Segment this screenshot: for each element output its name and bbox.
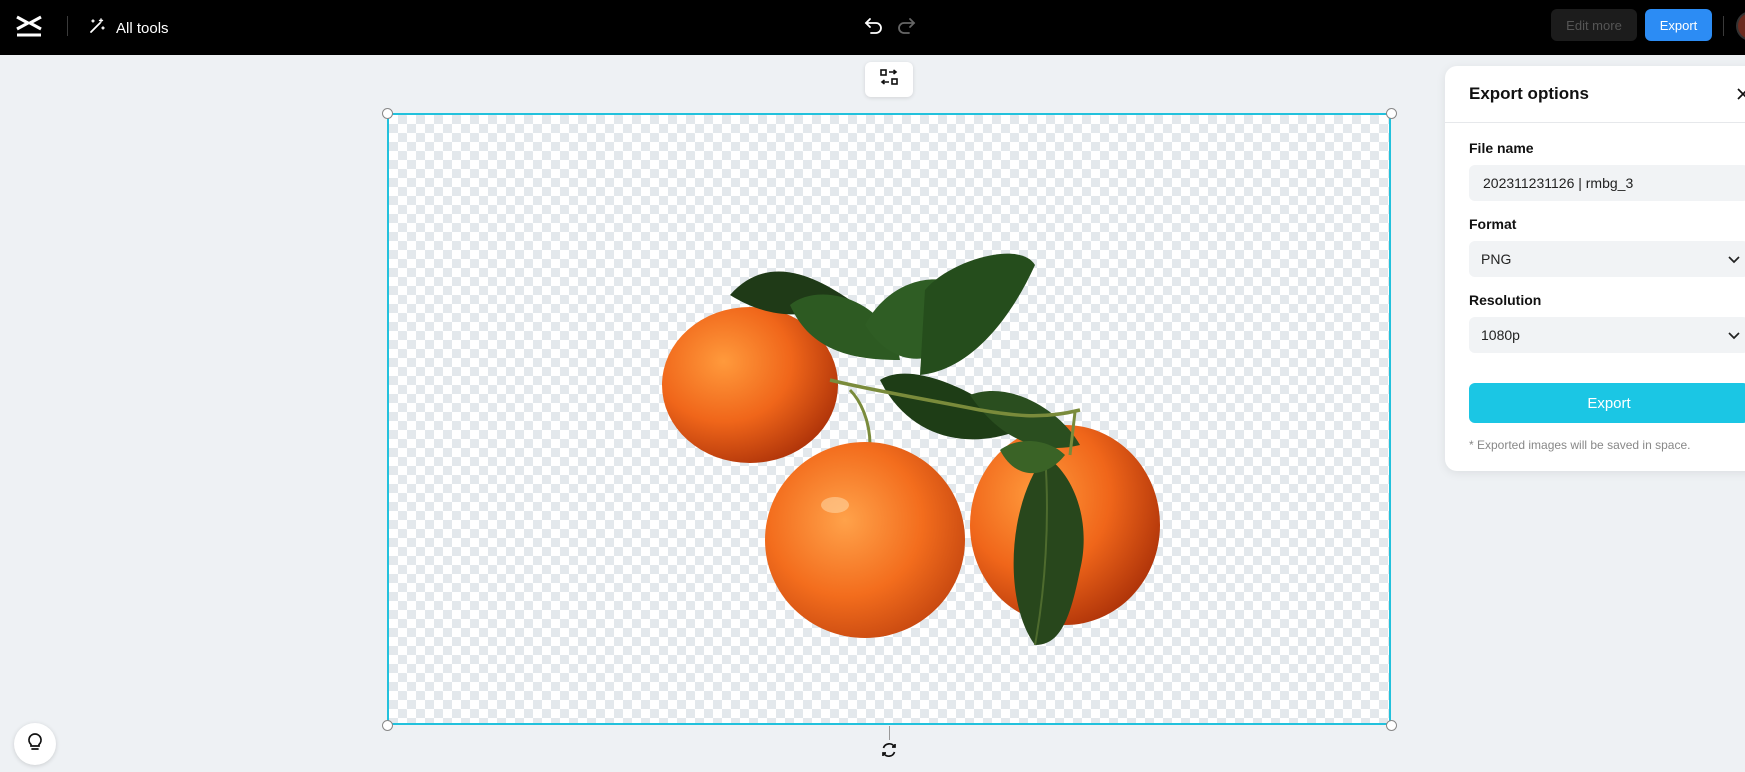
resize-handle-top-right[interactable] [1386,108,1397,119]
lightbulb-icon [26,732,44,757]
divider [67,16,68,36]
redo-icon[interactable] [893,12,919,38]
close-icon[interactable] [1733,84,1745,104]
chevron-down-icon [1725,326,1743,344]
format-value: PNG [1481,251,1512,267]
export-button[interactable]: Export [1645,9,1712,41]
file-name-value: 202311231126 | rmbg_3 [1483,175,1634,191]
resolution-value: 1080p [1481,327,1520,343]
rotate-connector [889,726,890,740]
divider [1445,122,1745,123]
format-label: Format [1469,216,1517,232]
chevron-down-icon [1725,250,1743,268]
oranges-image [662,253,1160,646]
resize-handle-bottom-left[interactable] [382,720,393,731]
capcut-logo-icon[interactable] [14,13,44,39]
resize-handle-bottom-right[interactable] [1386,720,1397,731]
resolution-label: Resolution [1469,292,1542,308]
divider [1723,16,1724,36]
magic-wand-icon [88,17,106,39]
undo-icon[interactable] [861,12,887,38]
swap-icon [880,69,898,90]
swap-button[interactable] [865,62,913,97]
hint-button[interactable] [14,723,56,765]
file-name-field[interactable]: 202311231126 | rmbg_3 [1469,165,1745,201]
resize-handle-top-left[interactable] [382,108,393,119]
format-select[interactable]: PNG [1469,241,1745,277]
file-name-label: File name [1469,140,1534,156]
rotate-icon[interactable] [879,740,899,760]
all-tools-button[interactable]: All tools [88,14,169,42]
panel-title: Export options [1469,84,1589,103]
panel-export-button[interactable]: Export [1469,383,1745,423]
edit-more-button[interactable]: Edit more [1551,9,1637,41]
export-options-panel: Export options File name 202311231126 | … [1445,66,1745,471]
resolution-select[interactable]: 1080p [1469,317,1745,353]
export-note: * Exported images will be saved in space… [1469,438,1691,452]
top-bar: All tools Edit more Export [0,0,1745,55]
avatar[interactable] [1736,11,1745,41]
all-tools-label: All tools [116,19,169,37]
